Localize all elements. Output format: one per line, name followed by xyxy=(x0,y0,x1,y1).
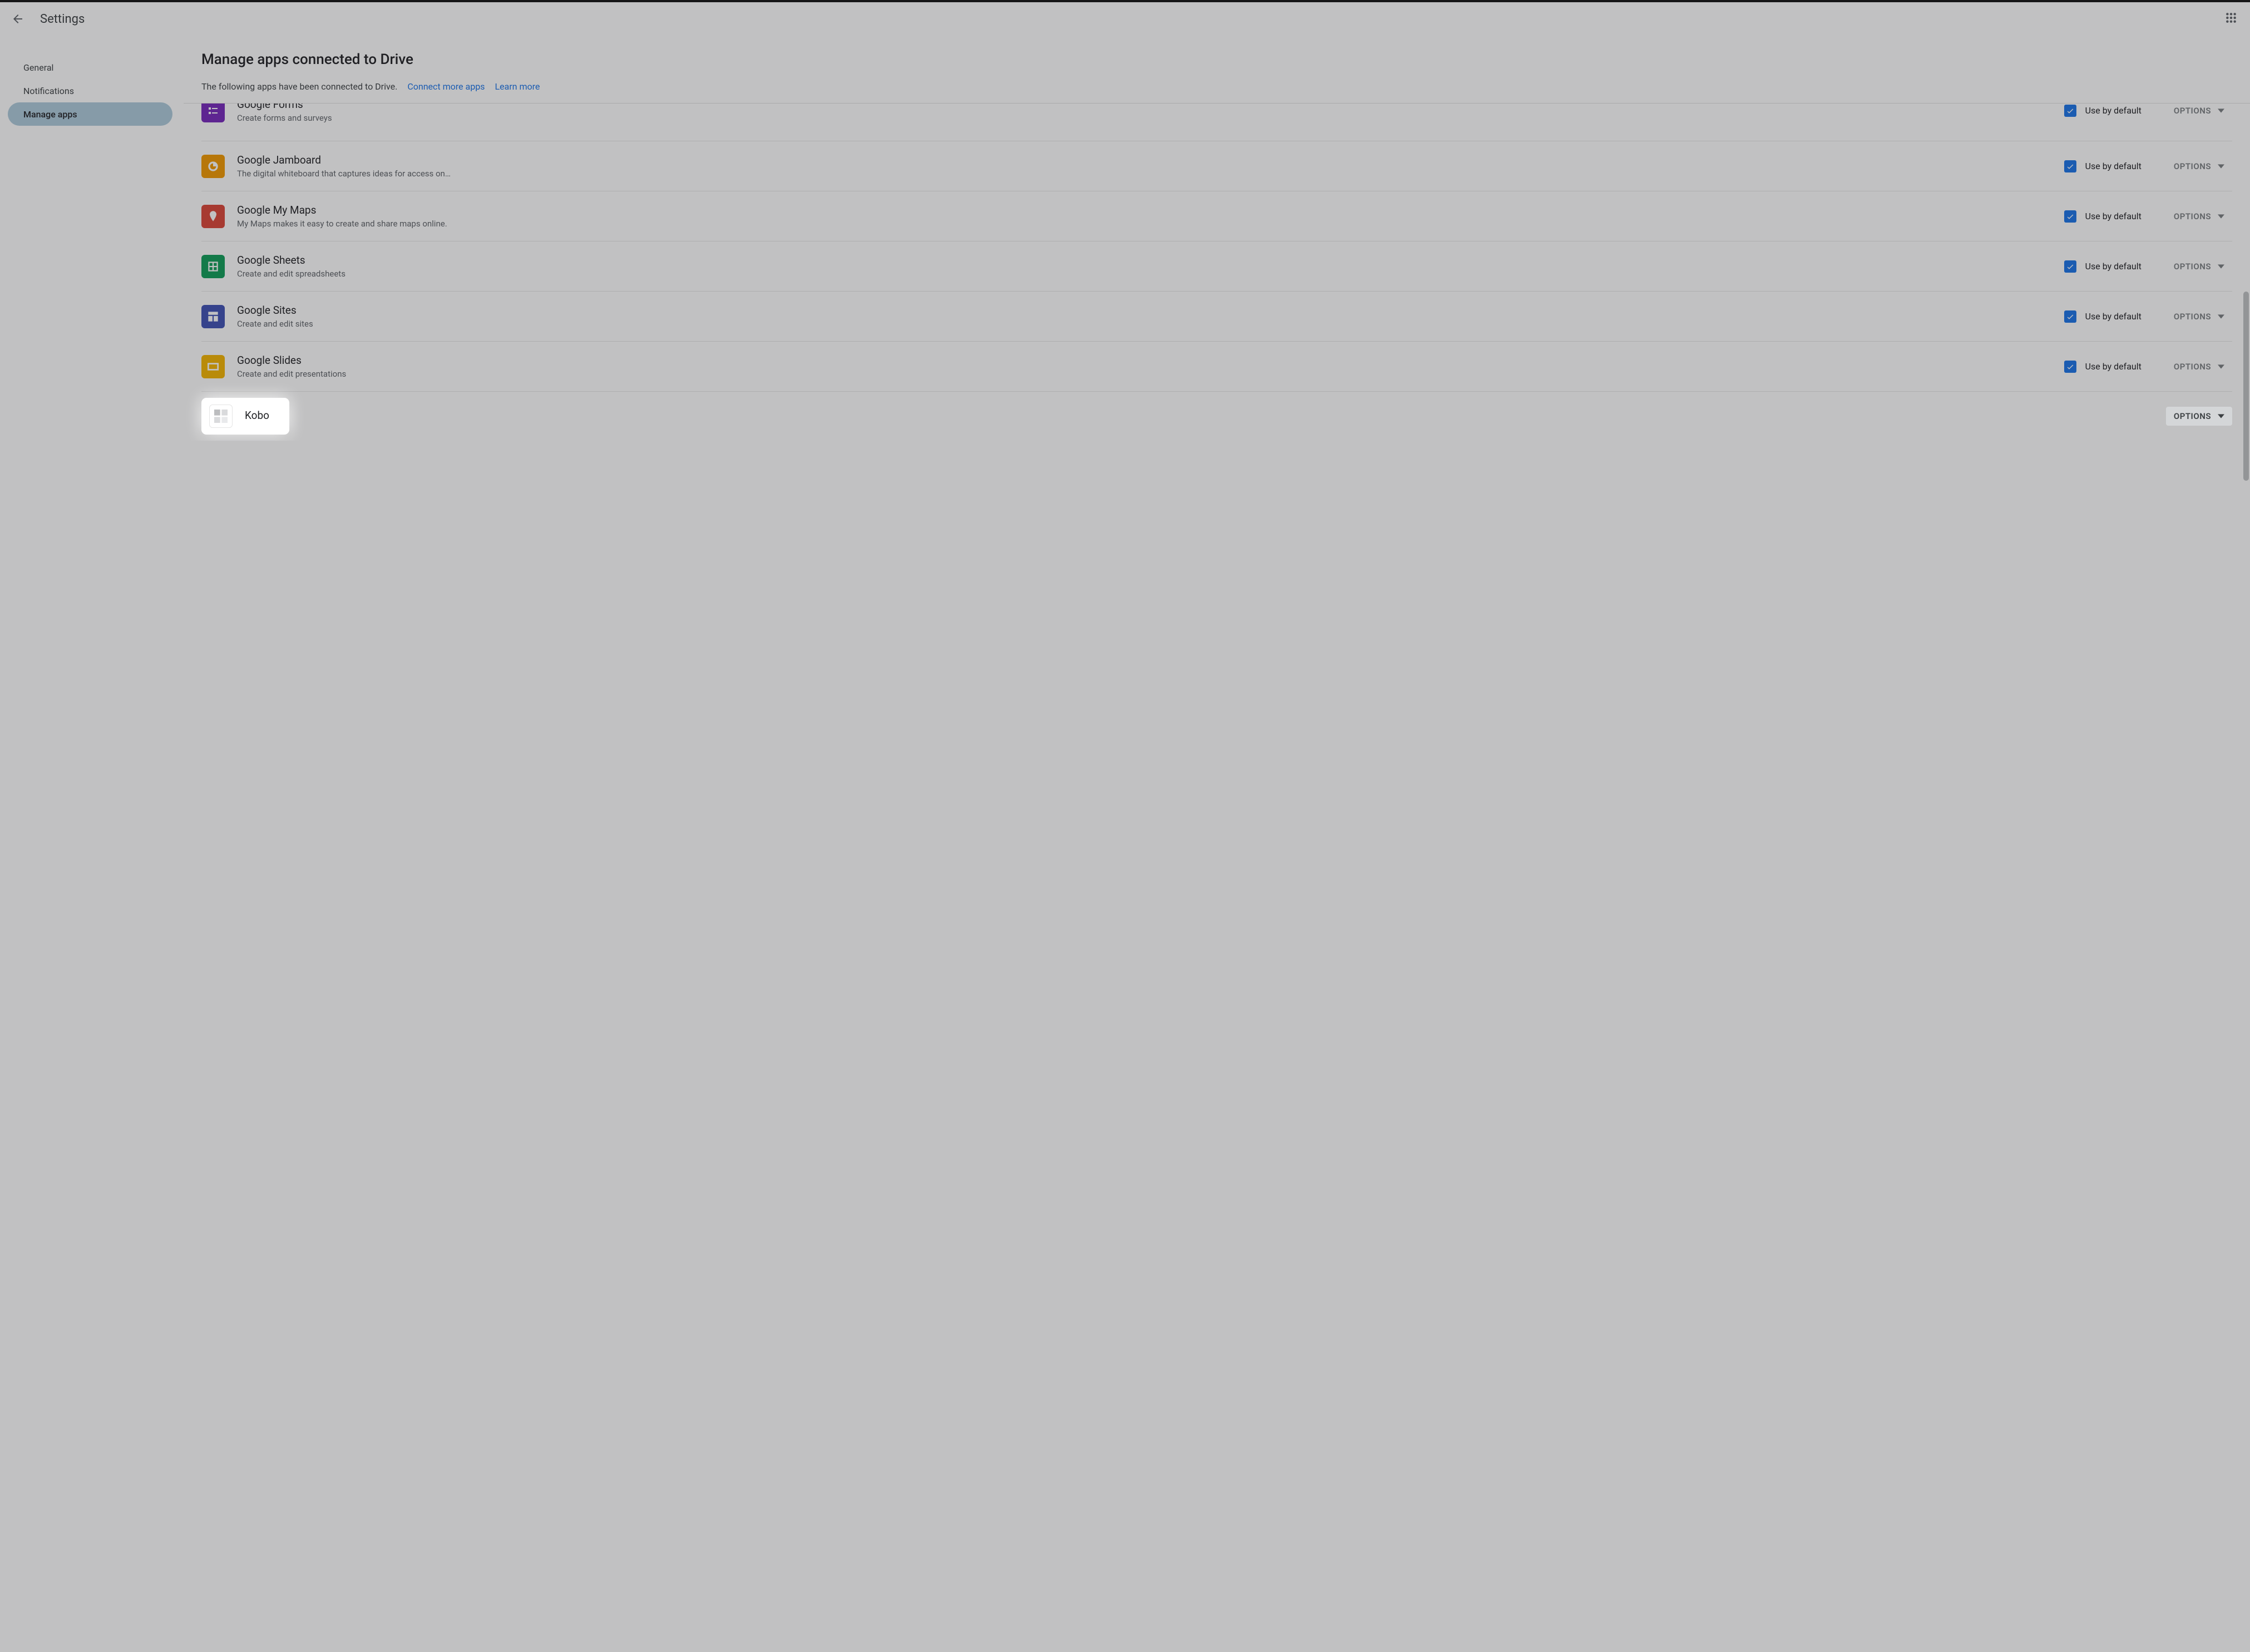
app-name: Google Sites xyxy=(237,304,2064,317)
app-name: Google Slides xyxy=(237,354,2064,367)
sites-icon xyxy=(201,305,225,328)
app-controls: Use by default OPTIONS xyxy=(2064,157,2232,176)
apps-launcher-icon[interactable] xyxy=(2226,12,2239,26)
app-name: Kobo xyxy=(245,409,269,422)
options-label: OPTIONS xyxy=(2174,312,2211,322)
app-row: Google Jamboard The digital whiteboard th… xyxy=(201,141,2232,191)
options-button[interactable]: OPTIONS xyxy=(2166,207,2232,226)
app-description: Create and edit sites xyxy=(237,319,476,329)
highlighted-app: Kobo xyxy=(201,398,289,435)
app-controls: OPTIONS xyxy=(2166,407,2232,426)
sidebar-item-general[interactable]: General xyxy=(8,56,172,79)
maps-icon xyxy=(201,205,225,228)
options-button[interactable]: OPTIONS xyxy=(2166,407,2232,426)
options-button[interactable]: OPTIONS xyxy=(2166,307,2232,326)
chevron-down-icon xyxy=(2218,107,2224,114)
slides-icon xyxy=(201,355,225,378)
chevron-down-icon xyxy=(2218,213,2224,220)
use-default-label: Use by default xyxy=(2085,211,2142,221)
page-title: Settings xyxy=(40,12,85,26)
kobo-icon xyxy=(209,405,233,428)
app-name: Google Forms xyxy=(237,103,2064,111)
app-description: Create and edit spreadsheets xyxy=(237,269,476,279)
options-button[interactable]: OPTIONS xyxy=(2166,157,2232,176)
use-default-label: Use by default xyxy=(2085,161,2142,171)
app-row: Google Sites Create and edit sites Use by … xyxy=(201,292,2232,342)
app-controls: Use by default OPTIONS xyxy=(2064,103,2232,120)
app-controls: Use by default OPTIONS xyxy=(2064,207,2232,226)
app-name: Google Sheets xyxy=(237,254,2064,267)
chevron-down-icon xyxy=(2218,413,2224,420)
use-default-checkbox[interactable] xyxy=(2064,260,2076,273)
back-arrow-icon[interactable] xyxy=(11,12,24,26)
forms-icon xyxy=(201,103,225,122)
use-default-label: Use by default xyxy=(2085,311,2142,322)
sidebar-item-notifications[interactable]: Notifications xyxy=(8,79,172,102)
app-row: Kobo OPTIONS xyxy=(201,392,2232,441)
use-default-label: Use by default xyxy=(2085,105,2142,116)
options-label: OPTIONS xyxy=(2174,262,2211,272)
options-label: OPTIONS xyxy=(2174,411,2211,421)
sidebar-item-manage-apps[interactable]: Manage apps xyxy=(8,102,172,126)
options-label: OPTIONS xyxy=(2174,161,2211,171)
app-row: Google Forms Create forms and surveys Use … xyxy=(201,103,2232,141)
use-default-label: Use by default xyxy=(2085,261,2142,272)
use-default-checkbox[interactable] xyxy=(2064,361,2076,373)
options-button[interactable]: OPTIONS xyxy=(2166,257,2232,276)
jamboard-icon xyxy=(201,155,225,178)
options-button[interactable]: OPTIONS xyxy=(2166,357,2232,376)
app-controls: Use by default OPTIONS xyxy=(2064,257,2232,276)
use-default-checkbox[interactable] xyxy=(2064,160,2076,172)
options-label: OPTIONS xyxy=(2174,211,2211,221)
options-label: OPTIONS xyxy=(2174,362,2211,372)
panel-subtitle: The following apps have been connected t… xyxy=(201,81,397,92)
app-row: Google My Maps My Maps makes it easy to c… xyxy=(201,191,2232,241)
app-description: The digital whiteboard that captures ide… xyxy=(237,169,476,179)
app-name: Google My Maps xyxy=(237,204,2064,216)
app-controls: Use by default OPTIONS xyxy=(2064,357,2232,376)
sheets-icon xyxy=(201,255,225,278)
connect-more-apps-link[interactable]: Connect more apps xyxy=(407,81,485,92)
use-default-label: Use by default xyxy=(2085,361,2142,372)
app-description: Create forms and surveys xyxy=(237,113,476,123)
main-panel: Manage apps connected to Drive The follo… xyxy=(184,36,2250,1652)
app-row: Google Sheets Create and edit spreadsheet… xyxy=(201,241,2232,292)
app-row: Google Slides Create and edit presentatio… xyxy=(201,342,2232,392)
scrollbar-thumb[interactable] xyxy=(2243,292,2249,481)
panel-title: Manage apps connected to Drive xyxy=(201,51,2232,68)
chevron-down-icon xyxy=(2218,363,2224,370)
options-button[interactable]: OPTIONS xyxy=(2166,103,2232,120)
chevron-down-icon xyxy=(2218,263,2224,270)
use-default-checkbox[interactable] xyxy=(2064,310,2076,323)
learn-more-link[interactable]: Learn more xyxy=(495,81,540,92)
app-name: Google Jamboard xyxy=(237,154,2064,166)
chevron-down-icon xyxy=(2218,163,2224,170)
app-controls: Use by default OPTIONS xyxy=(2064,307,2232,326)
app-description: My Maps makes it easy to create and shar… xyxy=(237,219,476,229)
app-description: Create and edit presentations xyxy=(237,369,476,379)
options-label: OPTIONS xyxy=(2174,106,2211,116)
use-default-checkbox[interactable] xyxy=(2064,105,2076,117)
chevron-down-icon xyxy=(2218,313,2224,320)
use-default-checkbox[interactable] xyxy=(2064,210,2076,223)
settings-sidebar: GeneralNotificationsManage apps xyxy=(0,36,172,1652)
